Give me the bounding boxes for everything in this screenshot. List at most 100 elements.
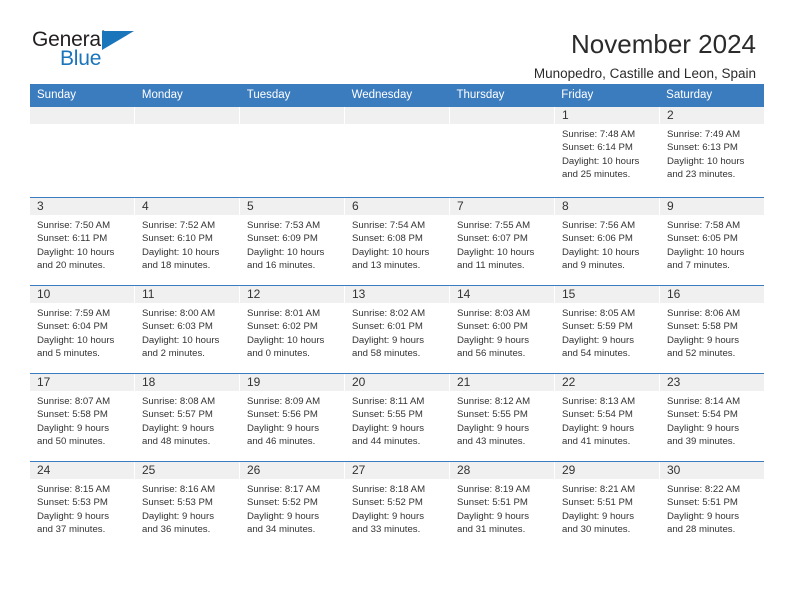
day-cell-25[interactable]: 25 Sunrise: 8:16 AM Sunset: 5:53 PM Dayligh… bbox=[135, 462, 240, 549]
daylight-text-cont: and 37 minutes. bbox=[37, 524, 106, 536]
day-details: Sunrise: 7:54 AM Sunset: 6:08 PM Daylight:… bbox=[345, 215, 449, 273]
day-number: 26 bbox=[247, 463, 261, 477]
day-cell-27[interactable]: 27 Sunrise: 8:18 AM Sunset: 5:52 PM Dayligh… bbox=[345, 462, 450, 549]
day-number: 2 bbox=[667, 108, 674, 122]
sunrise-text: Sunrise: 8:07 AM bbox=[37, 396, 111, 407]
day-number-band: 2 bbox=[660, 107, 764, 124]
day-cell-18[interactable]: 18 Sunrise: 8:08 AM Sunset: 5:57 PM Dayligh… bbox=[135, 374, 240, 461]
day-number: 18 bbox=[142, 375, 156, 389]
daylight-text: Daylight: 10 hours bbox=[142, 246, 220, 258]
day-cell-11[interactable]: 11 Sunrise: 8:00 AM Sunset: 6:03 PM Dayligh… bbox=[135, 286, 240, 373]
day-number: 16 bbox=[667, 287, 681, 301]
daylight-text-cont: and 34 minutes. bbox=[247, 524, 316, 536]
day-cell-empty bbox=[345, 107, 450, 197]
day-cell-26[interactable]: 26 Sunrise: 8:17 AM Sunset: 5:52 PM Dayligh… bbox=[240, 462, 345, 549]
day-details: Sunrise: 7:55 AM Sunset: 6:07 PM Daylight:… bbox=[450, 215, 554, 273]
day-cell-15[interactable]: 15 Sunrise: 8:05 AM Sunset: 5:59 PM Dayligh… bbox=[555, 286, 660, 373]
day-cell-2[interactable]: 2 Sunrise: 7:49 AM Sunset: 6:13 PM Daylight… bbox=[660, 107, 764, 197]
day-cell-24[interactable]: 24 Sunrise: 8:15 AM Sunset: 5:53 PM Dayligh… bbox=[30, 462, 135, 549]
daylight-text: Daylight: 9 hours bbox=[667, 422, 739, 434]
daylight-text-cont: and 48 minutes. bbox=[142, 436, 211, 448]
sunrise-text: Sunrise: 8:15 AM bbox=[37, 484, 111, 495]
day-cell-12[interactable]: 12 Sunrise: 8:01 AM Sunset: 6:02 PM Dayligh… bbox=[240, 286, 345, 373]
logo-triangle-icon bbox=[102, 31, 134, 50]
weekday-header-wednesday: Wednesday bbox=[351, 89, 413, 101]
day-cell-4[interactable]: 4 Sunrise: 7:52 AM Sunset: 6:10 PM Daylight… bbox=[135, 198, 240, 285]
day-cell-23[interactable]: 23 Sunrise: 8:14 AM Sunset: 5:54 PM Dayligh… bbox=[660, 374, 764, 461]
day-number: 22 bbox=[562, 375, 576, 389]
day-details: Sunrise: 8:15 AM Sunset: 5:53 PM Daylight:… bbox=[30, 479, 134, 537]
day-cell-22[interactable]: 22 Sunrise: 8:13 AM Sunset: 5:54 PM Dayligh… bbox=[555, 374, 660, 461]
sunrise-text: Sunrise: 8:06 AM bbox=[667, 308, 741, 319]
day-cell-29[interactable]: 29 Sunrise: 8:21 AM Sunset: 5:51 PM Dayligh… bbox=[555, 462, 660, 549]
day-details: Sunrise: 7:58 AM Sunset: 6:05 PM Daylight:… bbox=[660, 215, 764, 273]
daylight-text-cont: and 7 minutes. bbox=[667, 260, 730, 272]
day-details: Sunrise: 8:03 AM Sunset: 6:00 PM Daylight:… bbox=[450, 303, 554, 361]
daylight-text: Daylight: 9 hours bbox=[352, 334, 424, 346]
day-cell-10[interactable]: 10 Sunrise: 7:59 AM Sunset: 6:04 PM Dayligh… bbox=[30, 286, 135, 373]
sunset-text: Sunset: 5:53 PM bbox=[37, 497, 108, 509]
generalblue-logo[interactable]: General Blue bbox=[32, 28, 152, 74]
day-cell-7[interactable]: 7 Sunrise: 7:55 AM Sunset: 6:07 PM Daylight… bbox=[450, 198, 555, 285]
sunset-text: Sunset: 6:04 PM bbox=[37, 321, 108, 333]
sunset-text: Sunset: 5:55 PM bbox=[457, 409, 528, 421]
sunset-text: Sunset: 6:00 PM bbox=[457, 321, 528, 333]
day-number-band: 8 bbox=[555, 198, 659, 215]
day-number-band: 3 bbox=[30, 198, 134, 215]
day-cell-30[interactable]: 30 Sunrise: 8:22 AM Sunset: 5:51 PM Dayligh… bbox=[660, 462, 764, 549]
daylight-text: Daylight: 9 hours bbox=[562, 422, 634, 434]
sunset-text: Sunset: 5:56 PM bbox=[247, 409, 318, 421]
day-cell-19[interactable]: 19 Sunrise: 8:09 AM Sunset: 5:56 PM Dayligh… bbox=[240, 374, 345, 461]
day-cell-1[interactable]: 1 Sunrise: 7:48 AM Sunset: 6:14 PM Daylight… bbox=[555, 107, 660, 197]
sunrise-text: Sunrise: 8:09 AM bbox=[247, 396, 321, 407]
calendar-week-row: 24 Sunrise: 8:15 AM Sunset: 5:53 PM Dayligh… bbox=[30, 461, 764, 549]
day-details: Sunrise: 8:16 AM Sunset: 5:53 PM Daylight:… bbox=[135, 479, 239, 537]
day-number-band: 25 bbox=[135, 462, 239, 479]
day-details: Sunrise: 8:01 AM Sunset: 6:02 PM Daylight:… bbox=[240, 303, 344, 361]
sunrise-text: Sunrise: 8:19 AM bbox=[457, 484, 531, 495]
day-number: 19 bbox=[247, 375, 261, 389]
day-cell-13[interactable]: 13 Sunrise: 8:02 AM Sunset: 6:01 PM Dayligh… bbox=[345, 286, 450, 373]
daylight-text: Daylight: 10 hours bbox=[457, 246, 535, 258]
daylight-text-cont: and 46 minutes. bbox=[247, 436, 316, 448]
day-number: 23 bbox=[667, 375, 681, 389]
title-block: November 2024 Munopedro, Castille and Le… bbox=[534, 28, 756, 85]
day-number: 17 bbox=[37, 375, 51, 389]
sunrise-text: Sunrise: 8:18 AM bbox=[352, 484, 426, 495]
day-number-band: 15 bbox=[555, 286, 659, 303]
day-number-band: 21 bbox=[450, 374, 554, 391]
day-number-band: 27 bbox=[345, 462, 449, 479]
day-cell-17[interactable]: 17 Sunrise: 8:07 AM Sunset: 5:58 PM Dayligh… bbox=[30, 374, 135, 461]
day-details bbox=[450, 124, 554, 128]
day-cell-16[interactable]: 16 Sunrise: 8:06 AM Sunset: 5:58 PM Dayligh… bbox=[660, 286, 764, 373]
day-cell-28[interactable]: 28 Sunrise: 8:19 AM Sunset: 5:51 PM Dayligh… bbox=[450, 462, 555, 549]
day-details: Sunrise: 7:50 AM Sunset: 6:11 PM Daylight:… bbox=[30, 215, 134, 273]
day-details: Sunrise: 8:21 AM Sunset: 5:51 PM Daylight:… bbox=[555, 479, 659, 537]
day-cell-21[interactable]: 21 Sunrise: 8:12 AM Sunset: 5:55 PM Dayligh… bbox=[450, 374, 555, 461]
day-number: 13 bbox=[352, 287, 366, 301]
day-cell-20[interactable]: 20 Sunrise: 8:11 AM Sunset: 5:55 PM Dayligh… bbox=[345, 374, 450, 461]
day-cell-6[interactable]: 6 Sunrise: 7:54 AM Sunset: 6:08 PM Daylight… bbox=[345, 198, 450, 285]
day-cell-8[interactable]: 8 Sunrise: 7:56 AM Sunset: 6:06 PM Daylight… bbox=[555, 198, 660, 285]
day-number-band: 24 bbox=[30, 462, 134, 479]
day-cell-9[interactable]: 9 Sunrise: 7:58 AM Sunset: 6:05 PM Daylight… bbox=[660, 198, 764, 285]
day-number-band: 23 bbox=[660, 374, 764, 391]
sunrise-text: Sunrise: 7:49 AM bbox=[667, 129, 741, 140]
calendar-weeks: 1 Sunrise: 7:48 AM Sunset: 6:14 PM Daylight… bbox=[30, 107, 764, 549]
day-cell-5[interactable]: 5 Sunrise: 7:53 AM Sunset: 6:09 PM Daylight… bbox=[240, 198, 345, 285]
daylight-text: Daylight: 9 hours bbox=[457, 422, 529, 434]
daylight-text: Daylight: 10 hours bbox=[142, 334, 220, 346]
day-details bbox=[30, 124, 134, 128]
day-details: Sunrise: 8:12 AM Sunset: 5:55 PM Daylight:… bbox=[450, 391, 554, 449]
daylight-text: Daylight: 10 hours bbox=[667, 155, 745, 167]
daylight-text-cont: and 50 minutes. bbox=[37, 436, 106, 448]
logo-text-blue: Blue bbox=[60, 47, 102, 70]
daylight-text-cont: and 58 minutes. bbox=[352, 348, 421, 360]
day-number-band: 19 bbox=[240, 374, 344, 391]
day-cell-14[interactable]: 14 Sunrise: 8:03 AM Sunset: 6:00 PM Dayligh… bbox=[450, 286, 555, 373]
day-cell-3[interactable]: 3 Sunrise: 7:50 AM Sunset: 6:11 PM Daylight… bbox=[30, 198, 135, 285]
sunset-text: Sunset: 5:54 PM bbox=[667, 409, 738, 421]
day-details: Sunrise: 8:09 AM Sunset: 5:56 PM Daylight:… bbox=[240, 391, 344, 449]
sunrise-text: Sunrise: 8:08 AM bbox=[142, 396, 216, 407]
sunset-text: Sunset: 5:57 PM bbox=[142, 409, 213, 421]
